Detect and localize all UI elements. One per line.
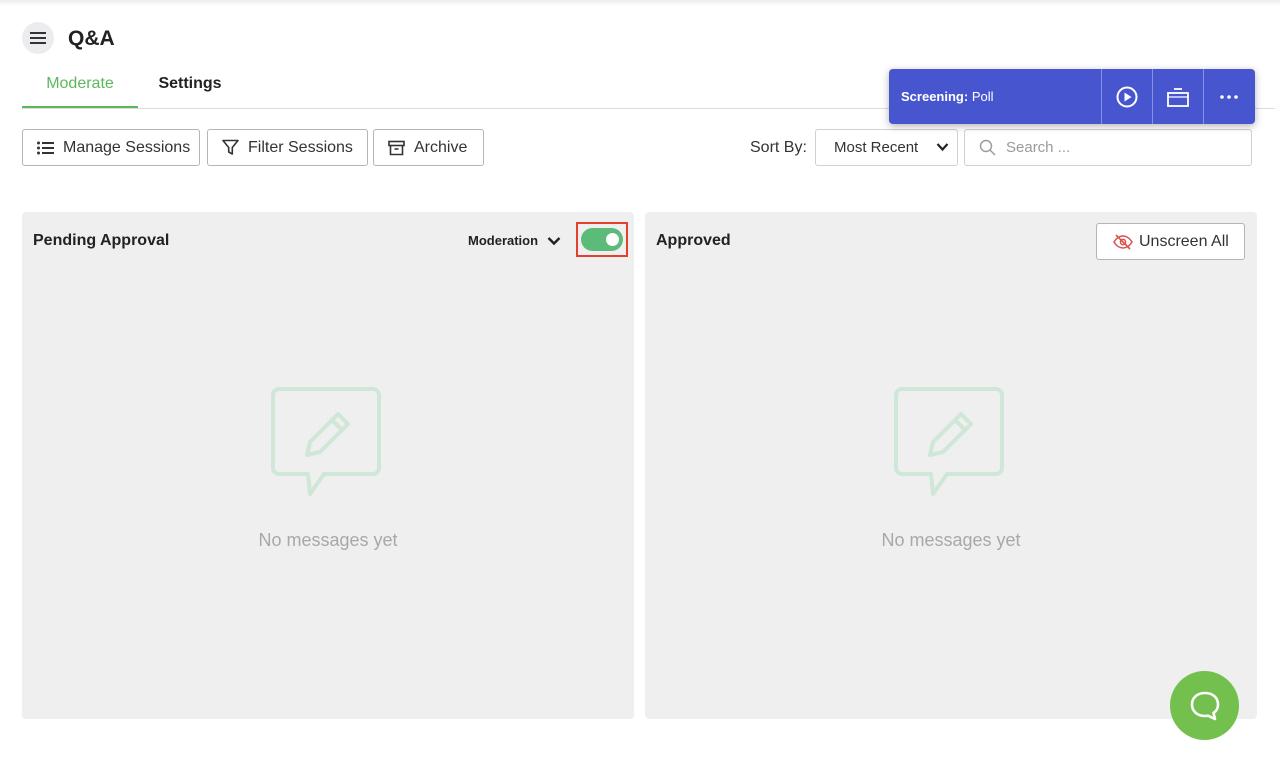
eye-off-icon bbox=[1113, 233, 1133, 250]
pending-approval-panel: Pending Approval Moderation No messages … bbox=[22, 212, 634, 719]
chat-button[interactable] bbox=[1170, 671, 1239, 740]
more-icon bbox=[1220, 94, 1238, 99]
moderation-toggle[interactable] bbox=[581, 228, 623, 251]
approved-panel: Approved Unscreen All No messages yet bbox=[645, 212, 1257, 719]
screen-button[interactable] bbox=[1152, 69, 1203, 124]
play-button[interactable] bbox=[1101, 69, 1152, 124]
chevron-down-icon bbox=[936, 143, 949, 152]
pending-empty-text: No messages yet bbox=[258, 530, 398, 550]
menu-icon bbox=[30, 32, 46, 44]
archive-label: Archive bbox=[414, 138, 468, 156]
search-icon bbox=[979, 139, 996, 156]
screening-text: Screening: Poll bbox=[889, 89, 1101, 104]
search-box[interactable] bbox=[964, 129, 1252, 166]
toggle-knob bbox=[606, 233, 619, 246]
chat-icon bbox=[1190, 691, 1219, 720]
tab-settings[interactable]: Settings bbox=[152, 62, 228, 108]
unscreen-all-button[interactable]: Unscreen All bbox=[1096, 223, 1245, 260]
sort-select-value: Most Recent bbox=[834, 139, 919, 156]
approved-title: Approved bbox=[656, 232, 731, 249]
edit-message-icon bbox=[894, 387, 1004, 496]
screening-prefix: Screening: bbox=[901, 89, 969, 104]
tab-moderate[interactable]: Moderate bbox=[22, 62, 138, 108]
menu-button[interactable] bbox=[22, 22, 54, 54]
screen-icon bbox=[1167, 87, 1189, 107]
chevron-down-icon bbox=[547, 236, 561, 245]
play-icon bbox=[1116, 86, 1138, 107]
page-title: Q&A bbox=[68, 27, 115, 50]
moderation-dropdown[interactable]: Moderation bbox=[468, 233, 561, 248]
approved-empty-text: No messages yet bbox=[881, 530, 1021, 550]
unscreen-all-label: Unscreen All bbox=[1139, 232, 1229, 250]
pending-approval-title: Pending Approval bbox=[33, 232, 170, 249]
edit-message-icon bbox=[271, 387, 381, 496]
archive-icon bbox=[388, 140, 405, 155]
screening-value: Poll bbox=[971, 89, 994, 104]
sort-select[interactable]: Most Recent bbox=[815, 129, 958, 166]
filter-icon bbox=[222, 139, 239, 155]
filter-sessions-button[interactable]: Filter Sessions bbox=[207, 129, 368, 166]
sort-by-label: Sort By: bbox=[750, 139, 807, 156]
top-shadow bbox=[0, 0, 1280, 6]
more-button[interactable] bbox=[1203, 69, 1254, 124]
manage-sessions-button[interactable]: Manage Sessions bbox=[22, 129, 200, 166]
manage-sessions-label: Manage Sessions bbox=[63, 138, 191, 156]
moderation-toggle-highlight bbox=[576, 222, 628, 257]
screening-banner: Screening: Poll bbox=[889, 69, 1255, 124]
search-input[interactable] bbox=[1006, 139, 1236, 156]
filter-sessions-label: Filter Sessions bbox=[248, 138, 353, 156]
archive-button[interactable]: Archive bbox=[373, 129, 484, 166]
list-icon bbox=[37, 141, 54, 154]
moderation-label: Moderation bbox=[468, 233, 539, 248]
